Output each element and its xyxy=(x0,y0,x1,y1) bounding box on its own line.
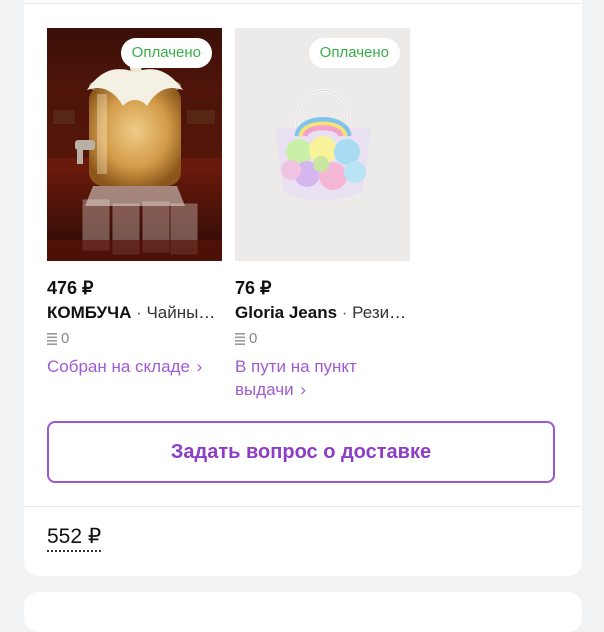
item-brand: КОМБУЧА xyxy=(47,303,132,322)
delivery-status-link[interactable]: Собран на складе › xyxy=(47,355,222,378)
ask-delivery-question-button[interactable]: Задать вопрос о доставке xyxy=(47,421,555,483)
order-card: Оплачено 476 ₽ КОМБУЧА · Чайный гриб 0 С… xyxy=(24,0,582,576)
item-name: Чайный гриб xyxy=(146,303,222,322)
divider xyxy=(24,506,582,507)
product-image-hair-ties[interactable]: Оплачено xyxy=(235,28,410,261)
chevron-right-icon: › xyxy=(196,357,203,376)
chevron-right-icon: › xyxy=(300,380,307,399)
item-price: 476 ₽ xyxy=(47,278,94,298)
list-icon xyxy=(235,333,245,345)
delivery-status-text: В пути на пункт выдачи xyxy=(235,357,357,399)
quantity-value: 0 xyxy=(249,330,258,347)
next-card xyxy=(24,592,582,632)
order-item[interactable]: Оплачено 76 ₽ Gloria Jeans · Резинки для… xyxy=(235,28,410,401)
item-quantity: 0 xyxy=(235,329,410,349)
item-title[interactable]: КОМБУЧА · Чайный гриб xyxy=(47,302,222,324)
paid-badge: Оплачено xyxy=(308,38,400,68)
quantity-value: 0 xyxy=(61,330,70,347)
item-quantity: 0 xyxy=(47,329,222,349)
title-separator: · xyxy=(131,303,147,322)
paid-badge: Оплачено xyxy=(120,38,212,68)
title-separator: · xyxy=(337,303,353,322)
delivery-status-link[interactable]: В пути на пункт выдачи › xyxy=(235,355,410,401)
item-name: Резинки для волос xyxy=(352,303,410,322)
order-total[interactable]: 552 ₽ xyxy=(47,524,102,552)
item-price: 76 ₽ xyxy=(235,278,272,298)
delivery-status-text: Собран на складе xyxy=(47,357,190,376)
product-image-kombucha[interactable]: Оплачено xyxy=(47,28,222,261)
item-title[interactable]: Gloria Jeans · Резинки для волос xyxy=(235,302,410,324)
order-items: Оплачено 476 ₽ КОМБУЧА · Чайный гриб 0 С… xyxy=(47,28,410,401)
item-brand: Gloria Jeans xyxy=(235,303,338,322)
divider xyxy=(24,3,582,4)
order-item[interactable]: Оплачено 476 ₽ КОМБУЧА · Чайный гриб 0 С… xyxy=(47,28,222,401)
list-icon xyxy=(47,333,57,345)
